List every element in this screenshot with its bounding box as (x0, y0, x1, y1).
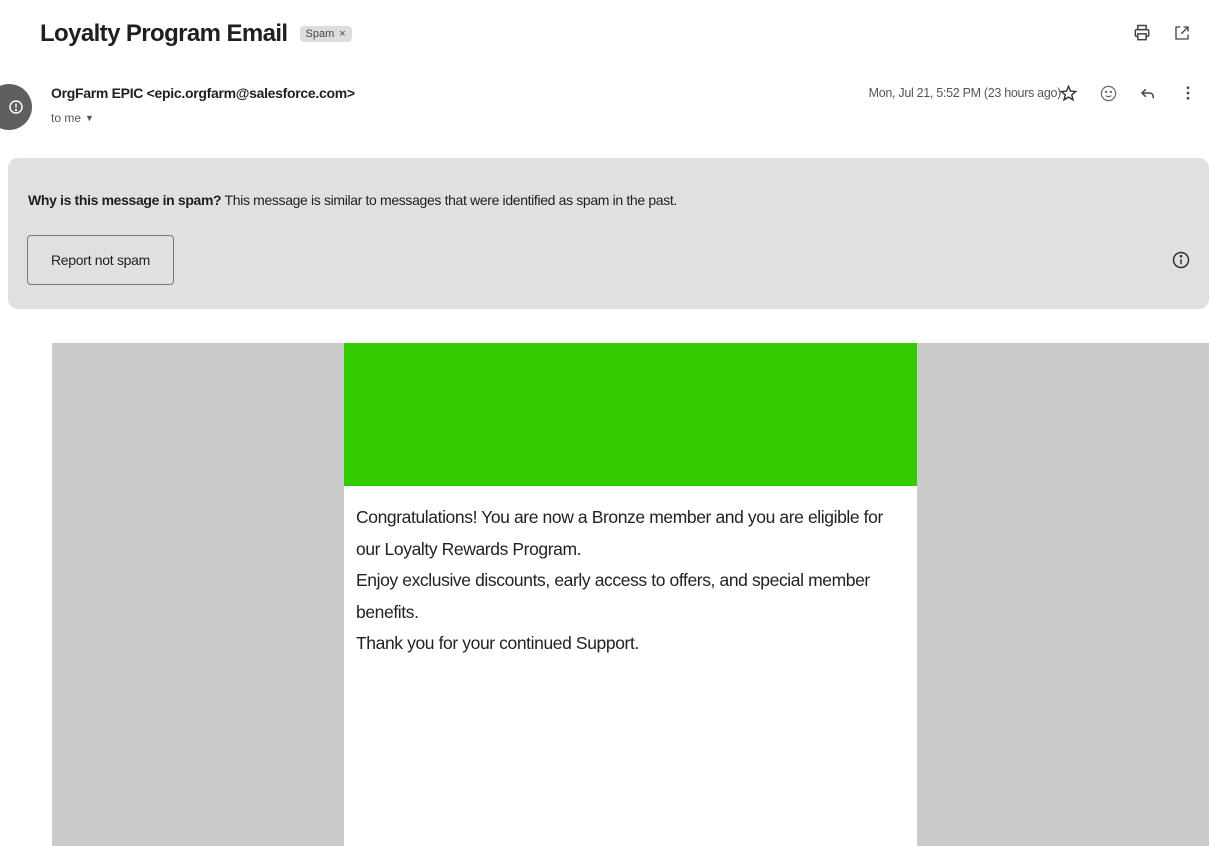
email-header-banner (344, 343, 917, 486)
open-in-new-window-icon[interactable] (1171, 22, 1193, 44)
spam-warning-banner: Why is this message in spam? This messag… (8, 158, 1209, 309)
alert-avatar-icon (9, 100, 23, 114)
email-message: Congratulations! You are now a Bronze me… (344, 486, 917, 676)
spam-label-chip: Spam × (299, 26, 352, 42)
email-content-column: Congratulations! You are now a Bronze me… (344, 343, 917, 846)
more-vertical-icon[interactable] (1177, 82, 1199, 104)
spam-label-text: Spam (305, 28, 335, 40)
recipient-label: to me (51, 111, 82, 125)
email-body: Congratulations! You are now a Bronze me… (52, 343, 1209, 846)
email-subject: Loyalty Program Email (40, 20, 288, 47)
spam-explanation: This message is similar to messages that… (221, 192, 678, 208)
reply-icon[interactable] (1137, 82, 1159, 104)
chevron-down-icon: ▼ (85, 113, 94, 123)
message-line-thanks: Thank you for your continued Support. (356, 633, 639, 653)
message-line-congratulations: Congratulations! You are now a Bronze me… (356, 507, 883, 559)
remove-label-button[interactable]: × (339, 28, 345, 40)
subject-row: Loyalty Program Email Spam × (40, 14, 1209, 54)
spam-reason: Why is this message in spam? This messag… (28, 192, 677, 208)
message-date: Mon, Jul 21, 5:52 PM (23 hours ago) (868, 86, 1062, 100)
printer-icon[interactable] (1131, 22, 1153, 44)
avatar[interactable] (0, 84, 32, 130)
emoji-reaction-icon[interactable] (1097, 82, 1119, 104)
top-actions (1131, 22, 1193, 44)
spam-question: Why is this message in spam? (28, 192, 222, 208)
info-icon[interactable] (1171, 250, 1191, 270)
star-icon[interactable] (1057, 82, 1079, 104)
message-actions (1057, 82, 1199, 104)
sender-name[interactable]: OrgFarm EPIC <epic.orgfarm@salesforce.co… (51, 85, 355, 101)
message-line-benefits: Enjoy exclusive discounts, early access … (356, 570, 870, 622)
recipient-details-toggle[interactable]: to me ▼ (51, 111, 94, 125)
report-not-spam-button[interactable]: Report not spam (27, 235, 174, 285)
message-header: OrgFarm EPIC <epic.orgfarm@salesforce.co… (0, 82, 1209, 134)
